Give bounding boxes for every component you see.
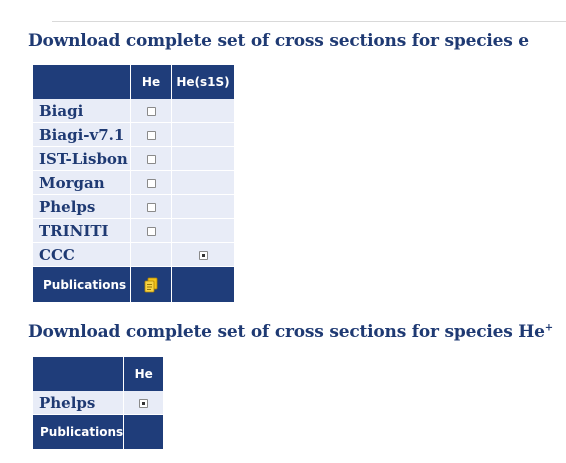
cell-triniti-he <box>130 219 171 243</box>
row-label-triniti: TRINITI <box>33 219 130 243</box>
checkbox-biagi-v71-he[interactable] <box>146 131 156 140</box>
cell-biagi-he-s1s <box>171 99 234 123</box>
checkbox-phelps-he[interactable] <box>146 203 156 212</box>
publications-cell-he-s1s <box>171 267 234 302</box>
row-label-ccc: CCC <box>33 243 130 267</box>
cell-morgan-he <box>130 171 171 195</box>
publications-label: Publications <box>33 415 124 449</box>
column-header-he-s1s: He(s1S) <box>171 65 234 99</box>
cell-ist-lisbon-he-s1s <box>171 147 234 171</box>
column-header-he: He <box>123 357 164 391</box>
row-label-morgan: Morgan <box>33 171 130 195</box>
row-label-ist-lisbon: IST-Lisbon <box>33 147 130 171</box>
cell-phelps-he-s1s <box>171 195 234 219</box>
publications-cell-he <box>130 267 171 302</box>
checkbox-ist-lisbon-he[interactable] <box>146 155 156 164</box>
cell-ist-lisbon-he <box>130 147 171 171</box>
table-row: TRINITI <box>33 219 234 243</box>
header-corner <box>33 65 130 99</box>
publications-label: Publications <box>33 267 130 302</box>
header-corner <box>33 357 124 391</box>
cross-sections-table-he-plus: He Phelps Publications <box>33 357 164 449</box>
cell-morgan-he-s1s <box>171 171 234 195</box>
checkbox-biagi-he[interactable] <box>146 107 156 116</box>
cell-ccc-he-s1s <box>171 243 234 267</box>
documents-icon[interactable] <box>143 277 159 293</box>
top-divider <box>52 21 566 22</box>
cell-ccc-he <box>130 243 171 267</box>
table-row: Phelps <box>33 195 234 219</box>
checkbox-ccc-he-s1s[interactable] <box>198 251 208 260</box>
cross-sections-table-e: He He(s1S) Biagi Biagi-v7.1 IST-Lisbon M… <box>33 65 234 302</box>
checkbox-morgan-he[interactable] <box>146 179 156 188</box>
row-label-phelps: Phelps <box>33 391 124 415</box>
section-title-he-plus: Download complete set of cross sections … <box>28 322 553 342</box>
checkbox-phelps-he[interactable] <box>139 399 149 408</box>
table-row: Morgan <box>33 171 234 195</box>
cell-phelps-he <box>123 391 164 415</box>
section-title-e: Download complete set of cross sections … <box>28 31 529 51</box>
cell-phelps-he <box>130 195 171 219</box>
table-row: Biagi-v7.1 <box>33 123 234 147</box>
row-label-biagi-v71: Biagi-v7.1 <box>33 123 130 147</box>
publications-cell-he <box>123 415 164 449</box>
row-label-phelps: Phelps <box>33 195 130 219</box>
cell-biagi-v71-he <box>130 123 171 147</box>
cell-biagi-v71-he-s1s <box>171 123 234 147</box>
checkbox-triniti-he[interactable] <box>146 227 156 236</box>
table-row: Phelps <box>33 391 164 415</box>
cell-triniti-he-s1s <box>171 219 234 243</box>
table-row: CCC <box>33 243 234 267</box>
table-row: IST-Lisbon <box>33 147 234 171</box>
column-header-he: He <box>130 65 171 99</box>
row-label-biagi: Biagi <box>33 99 130 123</box>
cell-biagi-he <box>130 99 171 123</box>
table-row: Biagi <box>33 99 234 123</box>
